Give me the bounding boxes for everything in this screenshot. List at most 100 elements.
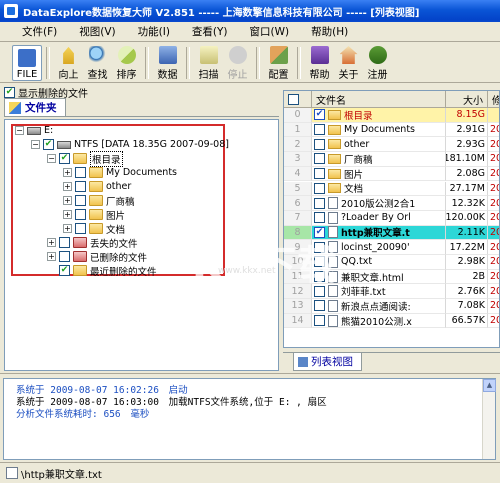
menu-function[interactable]: 功能(I) xyxy=(138,24,170,39)
row-name-cell: 文档 xyxy=(312,181,446,197)
expand-icon[interactable]: + xyxy=(63,196,72,205)
stop-icon xyxy=(228,46,247,64)
menu-file[interactable]: 文件(F) xyxy=(22,24,57,39)
tree-node-deleted-files[interactable]: + 已删除的文件 xyxy=(47,250,147,264)
tab-folders[interactable]: 文件夹 xyxy=(4,98,66,116)
tree-node-pictures[interactable]: + 图片 xyxy=(63,208,125,222)
table-row[interactable]: 6 2010版公测2合1 12.32K2009- xyxy=(284,196,499,211)
collapse-icon[interactable]: − xyxy=(15,126,24,135)
table-row[interactable]: 7 ?Loader By Orl 120.00K2009- xyxy=(284,210,499,226)
log-scrollbar[interactable]: ▲ xyxy=(482,379,496,459)
header-date[interactable]: 修改 xyxy=(488,91,499,108)
checkbox[interactable]: ✔ xyxy=(59,265,70,276)
table-row[interactable]: 14 熊猫2010公测.x 66.57K2009- xyxy=(284,313,499,329)
help-button[interactable]: 帮助 xyxy=(305,45,334,81)
expand-icon[interactable]: + xyxy=(63,182,72,191)
expand-icon[interactable]: + xyxy=(63,210,72,219)
row-checkbox[interactable] xyxy=(314,138,325,150)
expand-icon[interactable]: + xyxy=(63,224,72,233)
config-button[interactable]: 配置 xyxy=(264,45,293,81)
tree-node-lost-files[interactable]: + 丢失的文件 xyxy=(47,236,138,250)
row-checkbox[interactable] xyxy=(314,182,325,194)
tree-node-root[interactable]: − ✔ 根目录 xyxy=(47,150,123,167)
table-row[interactable]: 1 My Documents 2.91G2009- xyxy=(284,122,499,138)
checkbox[interactable] xyxy=(59,237,70,248)
checkbox[interactable]: ✔ xyxy=(43,139,54,150)
tree-node-recent-deleted[interactable]: ✔ 最近删除的文件 xyxy=(59,264,157,278)
row-checkbox[interactable] xyxy=(314,168,325,180)
checkbox[interactable] xyxy=(75,223,86,234)
menu-look[interactable]: 查看(Y) xyxy=(192,24,228,39)
row-checkbox[interactable] xyxy=(314,212,325,224)
select-all-checkbox[interactable] xyxy=(288,94,299,105)
checkbox[interactable]: ✔ xyxy=(59,153,70,164)
watermark: KK下载 xyxy=(192,243,338,289)
table-row[interactable]: 4 图片 2.08G2009- xyxy=(284,166,499,182)
data-button[interactable]: 数据 xyxy=(153,45,182,81)
table-row[interactable]: 3 厂商稿 181.10M2009- xyxy=(284,152,499,167)
row-size: 2B xyxy=(446,269,488,285)
menu-help[interactable]: 帮助(H) xyxy=(311,24,348,39)
sort-button[interactable]: 排序 xyxy=(112,45,141,81)
row-name: other xyxy=(344,138,370,150)
find-button[interactable]: 查找 xyxy=(83,45,112,81)
config-icon xyxy=(269,46,288,64)
row-checkbox[interactable] xyxy=(314,315,325,327)
row-size: 120.00K xyxy=(446,210,488,226)
checkbox[interactable]: ✔ xyxy=(4,86,15,98)
row-checkbox[interactable] xyxy=(314,153,325,165)
row-name: 兼职文章.html xyxy=(341,272,404,284)
expand-icon[interactable]: + xyxy=(47,252,56,261)
header-size[interactable]: 大小 xyxy=(446,91,488,108)
checkbox[interactable] xyxy=(75,209,86,220)
right-pane: 文件名 大小 修改 0✔根目录8.15G1My Documents2.91G20… xyxy=(283,90,500,373)
partition-icon xyxy=(57,140,71,149)
menu-view[interactable]: 视图(V) xyxy=(79,24,115,39)
row-checkbox[interactable]: ✔ xyxy=(314,109,325,121)
expand-icon[interactable]: + xyxy=(63,168,72,177)
collapse-icon[interactable]: − xyxy=(31,140,40,149)
scroll-up-arrow-icon[interactable]: ▲ xyxy=(483,379,496,392)
about-button[interactable]: 关于 xyxy=(334,45,363,81)
row-date: 2009- xyxy=(488,152,499,167)
table-row[interactable]: 5 文档 27.17M2009- xyxy=(284,181,499,197)
tree-node-documents[interactable]: + 文档 xyxy=(63,222,125,236)
row-checkbox[interactable] xyxy=(314,300,325,312)
row-date: 2009- xyxy=(488,270,499,285)
horizontal-splitter[interactable] xyxy=(0,373,500,377)
file-icon xyxy=(18,49,36,67)
header-name[interactable]: 文件名 xyxy=(312,91,446,108)
tree-node-vendor[interactable]: + 厂商稿 xyxy=(63,194,135,208)
row-checkbox[interactable] xyxy=(314,197,325,209)
checkbox[interactable] xyxy=(75,181,86,192)
collapse-icon[interactable]: − xyxy=(47,154,56,163)
menu-window[interactable]: 窗口(W) xyxy=(250,24,290,39)
tree-node-ntfs[interactable]: − ✔ NTFS [DATA 18.35G 2007-09-08] xyxy=(31,138,229,151)
checkbox[interactable] xyxy=(59,251,70,262)
table-row[interactable]: 13 新浪点点通阅读: 7.08K2009- xyxy=(284,299,499,314)
up-button[interactable]: 向上 xyxy=(54,45,83,81)
show-deleted-checkbox[interactable]: ✔ 显示删除的文件 xyxy=(4,85,88,100)
tab-list-view[interactable]: 列表视图 xyxy=(293,353,362,371)
tree-node-drive[interactable]: − E: xyxy=(15,124,53,137)
register-button[interactable]: 注册 xyxy=(363,45,392,81)
row-name: 新浪点点通阅读: xyxy=(341,301,411,313)
row-name: My Documents xyxy=(344,124,416,136)
row-checkbox[interactable] xyxy=(314,124,325,136)
file-button[interactable]: FILE xyxy=(12,45,42,81)
table-row[interactable]: 2 other 2.93G2009- xyxy=(284,137,499,153)
row-size: 2.08G xyxy=(446,166,488,182)
tree-node-my-documents[interactable]: + My Documents xyxy=(63,166,177,179)
row-size: 8.15G xyxy=(446,108,488,123)
table-row[interactable]: 0 ✔ 根目录 8.15G xyxy=(284,108,499,123)
scan-button[interactable]: 扫描 xyxy=(194,45,223,81)
header-select[interactable] xyxy=(284,91,312,108)
checkbox[interactable] xyxy=(75,195,86,206)
toolbar-separator xyxy=(297,47,301,79)
row-size: 2.11K xyxy=(446,225,488,241)
tree-node-other[interactable]: + other xyxy=(63,180,131,193)
stop-button[interactable]: 停止 xyxy=(223,45,252,81)
expand-icon[interactable]: + xyxy=(47,238,56,247)
checkbox[interactable] xyxy=(75,167,86,178)
row-size: 2.93G xyxy=(446,137,488,153)
